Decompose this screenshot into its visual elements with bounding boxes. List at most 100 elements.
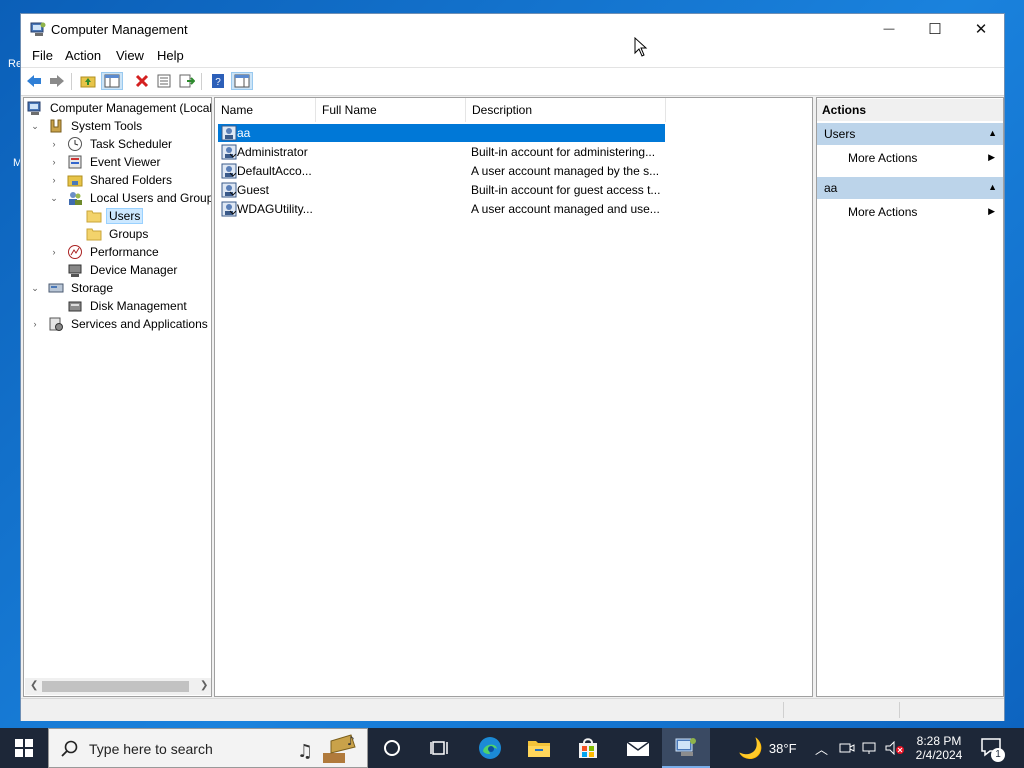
computer-management-window: Computer Management — ☐ ✕ File Action Vi…: [20, 13, 1005, 721]
user-icon: [221, 125, 237, 141]
chevron-right-icon[interactable]: ›: [48, 156, 60, 168]
user-icon: [221, 201, 237, 217]
more-actions-label: More Actions: [848, 205, 918, 219]
svg-text:♫: ♫: [297, 741, 313, 762]
back-icon[interactable]: [25, 72, 43, 90]
table-row[interactable]: DefaultAcco... A user account managed by…: [218, 162, 665, 180]
weather-widget[interactable]: 🌙 38°F: [738, 728, 797, 768]
meet-now-icon[interactable]: [839, 728, 855, 768]
column-header-description[interactable]: Description: [466, 98, 666, 122]
scroll-left-icon[interactable]: ❮: [30, 680, 38, 691]
clock-date: 2/4/2024: [915, 748, 963, 762]
taskbar: Type here to search ♫ ♪ 🌙 38°F ︿ 8:28 PM …: [0, 728, 1024, 768]
chevron-right-icon[interactable]: ›: [48, 246, 60, 258]
mail-icon[interactable]: [614, 728, 662, 768]
properties-icon[interactable]: [155, 72, 173, 90]
show-hidden-icons-button[interactable]: ︿: [815, 728, 828, 768]
title-bar[interactable]: Computer Management — ☐ ✕: [21, 14, 1004, 45]
tree-item-shared-folders[interactable]: › Shared Folders: [48, 171, 175, 189]
edge-browser-icon[interactable]: [466, 728, 514, 768]
chevron-down-icon[interactable]: ⌄: [29, 282, 41, 294]
show-hide-action-pane-icon[interactable]: [231, 72, 253, 90]
mouse-cursor-icon: [634, 37, 648, 57]
forward-icon[interactable]: [48, 72, 66, 90]
network-icon[interactable]: [862, 728, 880, 768]
tree-horizontal-scrollbar[interactable]: ❮ ❯: [25, 678, 211, 695]
tree-item-services-and-applications[interactable]: › Services and Applications: [29, 315, 211, 333]
maximize-button[interactable]: ☐: [912, 14, 958, 44]
tree-item-disk-management[interactable]: Disk Management: [48, 297, 190, 315]
file-explorer-icon[interactable]: [515, 728, 563, 768]
collapse-icon[interactable]: ▲: [988, 128, 997, 138]
taskbar-search-box[interactable]: Type here to search ♫ ♪: [48, 728, 368, 768]
tree-item-storage[interactable]: ⌄ Storage: [29, 279, 116, 297]
menu-view[interactable]: View: [116, 48, 144, 63]
tree-item-users[interactable]: Users: [67, 207, 144, 225]
computer-management-icon: [30, 21, 46, 37]
menu-help[interactable]: Help: [157, 48, 184, 63]
clock-time: 8:28 PM: [916, 734, 962, 748]
user-icon: [221, 144, 237, 160]
actions-section-users[interactable]: Users ▲: [817, 123, 1003, 145]
computer-management-taskbar-icon[interactable]: [662, 728, 710, 768]
task-view-icon[interactable]: [416, 728, 464, 768]
gramophone-illustration-icon: ♫ ♪: [297, 734, 356, 763]
table-row[interactable]: Guest Built-in account for guest access …: [218, 181, 665, 199]
column-header-name[interactable]: Name: [215, 98, 316, 122]
clock[interactable]: 8:28 PM 2/4/2024: [908, 728, 970, 768]
cortana-icon[interactable]: [368, 728, 416, 768]
show-hide-console-tree-icon[interactable]: [101, 72, 123, 90]
disk-icon: [67, 298, 83, 314]
tree-item-groups[interactable]: Groups: [67, 225, 151, 243]
user-name: Guest: [237, 183, 270, 197]
chevron-right-icon[interactable]: ›: [29, 318, 41, 330]
chevron-down-icon[interactable]: ⌄: [48, 192, 60, 204]
svg-text:♪: ♪: [347, 734, 355, 748]
actions-pane: Actions Users ▲ More Actions ▶ aa ▲ More…: [816, 97, 1004, 697]
column-header-full-name[interactable]: Full Name: [316, 98, 466, 122]
storage-icon: [48, 280, 64, 296]
more-actions-item[interactable]: More Actions ▶: [817, 147, 1003, 169]
actions-header: Actions: [817, 99, 1003, 121]
performance-icon: [67, 244, 83, 260]
minimize-button[interactable]: —: [866, 14, 912, 44]
table-row[interactable]: Administrator Built-in account for admin…: [218, 143, 665, 161]
tree-item-task-scheduler[interactable]: › Task Scheduler: [48, 135, 175, 153]
chevron-up-icon[interactable]: ︿: [815, 739, 828, 758]
computer-management-icon: [27, 100, 43, 116]
actions-section-title: aa: [824, 181, 838, 195]
tree-item-performance[interactable]: › Performance: [48, 243, 162, 261]
more-actions-label: More Actions: [848, 151, 918, 165]
notifications-button[interactable]: 1: [980, 728, 1005, 768]
help-icon[interactable]: ?: [209, 72, 227, 90]
scroll-right-icon[interactable]: ❯: [200, 680, 208, 691]
toolbar: ?: [21, 67, 1004, 96]
up-folder-icon[interactable]: [79, 72, 97, 90]
volume-muted-icon[interactable]: [885, 728, 905, 768]
scrollbar-thumb[interactable]: [42, 681, 189, 692]
moon-icon: 🌙: [738, 737, 763, 760]
actions-section-aa[interactable]: aa ▲: [817, 177, 1003, 199]
table-row[interactable]: aa: [218, 124, 665, 142]
delete-icon[interactable]: [133, 72, 151, 90]
tree-item-system-tools[interactable]: ⌄ System Tools: [29, 117, 145, 135]
chevron-right-icon[interactable]: ›: [48, 174, 60, 186]
table-row[interactable]: WDAGUtility... A user account managed an…: [218, 200, 665, 218]
tree-item-local-users-and-groups[interactable]: ⌄ Local Users and Groups: [48, 189, 211, 207]
tree-item-event-viewer[interactable]: › Event Viewer: [48, 153, 163, 171]
menu-bar: File Action View Help: [21, 45, 1004, 67]
collapse-icon[interactable]: ▲: [988, 182, 997, 192]
microsoft-store-icon[interactable]: [564, 728, 612, 768]
chevron-down-icon[interactable]: ⌄: [29, 120, 41, 132]
tree-item-device-manager[interactable]: Device Manager: [48, 261, 180, 279]
menu-file[interactable]: File: [32, 48, 53, 63]
export-list-icon[interactable]: [178, 72, 196, 90]
chevron-right-icon[interactable]: ›: [48, 138, 60, 150]
weather-temperature: 38°F: [768, 740, 797, 756]
start-button[interactable]: [0, 728, 48, 768]
more-actions-item[interactable]: More Actions ▶: [817, 201, 1003, 223]
system-tools-icon: [48, 118, 64, 134]
menu-action[interactable]: Action: [65, 48, 101, 63]
tree-item-computer-management[interactable]: Computer Management (Local: [27, 99, 211, 117]
close-button[interactable]: ✕: [958, 14, 1004, 44]
